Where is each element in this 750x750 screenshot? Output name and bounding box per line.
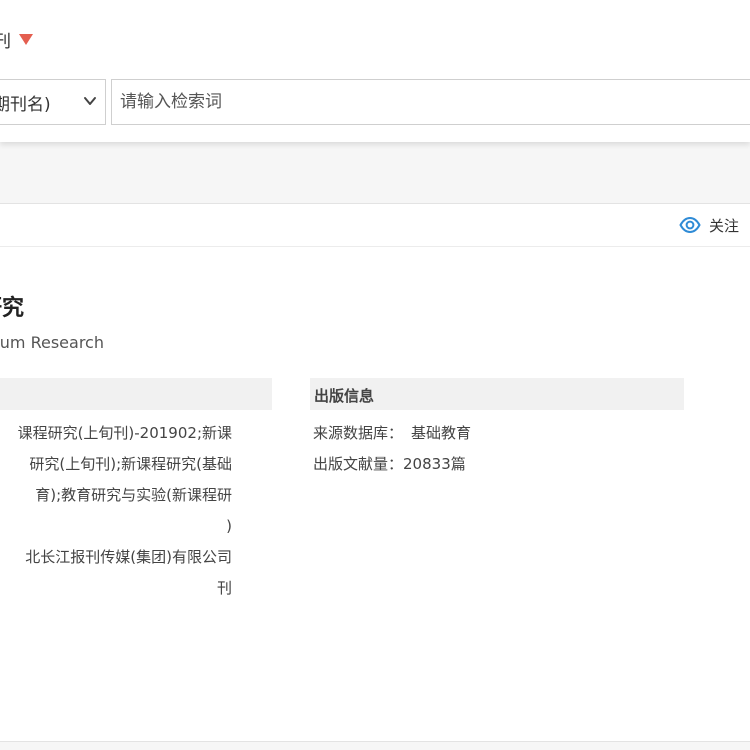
journal-title-text: 研究 xyxy=(0,296,24,321)
card-toolbar: 关注 xyxy=(0,204,750,247)
basic-info-line: 课程研究(上旬刊)-201902;新课 xyxy=(0,418,272,449)
basic-info-line: ) xyxy=(0,511,272,542)
chevron-down-icon xyxy=(84,97,96,105)
search-field-select-value: 期刊名) xyxy=(0,94,51,115)
caret-down-icon xyxy=(19,33,33,45)
basic-info-line: 刊 xyxy=(0,573,272,604)
source-database-label: 来源数据库： xyxy=(313,424,404,442)
basic-info-line-text: 课程研究(上旬刊)-201902;新课 xyxy=(17,424,232,442)
journal-title-en-text: lum Research xyxy=(0,333,104,352)
journal-detail-card: 关注 研究 lum Research 出版信息 课程研究(上旬刊)-201902… xyxy=(0,203,750,742)
publish-info-section-title: 出版信息 xyxy=(314,387,375,405)
search-field-select[interactable]: 期刊名) xyxy=(0,79,106,125)
source-database-row: 来源数据库： 基础教育 xyxy=(313,418,471,449)
basic-info-line: 育);教育研究与实验(新课程研 xyxy=(0,480,272,511)
basic-info-line-text: 研究(上旬刊);新课程研究(基础 xyxy=(29,455,232,473)
search-input[interactable] xyxy=(111,79,750,125)
basic-info-line-text: 育);教育研究与实验(新课程研 xyxy=(35,486,232,504)
follow-label: 关注 xyxy=(709,216,740,235)
eye-icon xyxy=(679,216,701,234)
journal-title: 研究 xyxy=(0,290,24,322)
publish-info-list: 来源数据库： 基础教育 出版文献量：20833篇 xyxy=(313,418,471,480)
article-count-row: 出版文献量：20833篇 xyxy=(313,449,471,480)
basic-info-line-text: 北长江报刊传媒(集团)有限公司 xyxy=(25,548,232,566)
search-scope-label: 刊 xyxy=(0,31,11,52)
journal-title-en: lum Research xyxy=(0,333,104,357)
basic-info-section-header xyxy=(0,378,272,410)
basic-info-line: 研究(上旬刊);新课程研究(基础 xyxy=(0,449,272,480)
basic-info-line: 北长江报刊传媒(集团)有限公司 xyxy=(0,542,272,573)
article-count-value: 20833篇 xyxy=(403,455,466,473)
follow-button[interactable]: 关注 xyxy=(679,214,739,236)
source-database-value: 基础教育 xyxy=(411,424,472,442)
basic-info-list: 课程研究(上旬刊)-201902;新课 研究(上旬刊);新课程研究(基础 育);… xyxy=(0,418,272,604)
search-header: 刊 期刊名) xyxy=(0,0,750,142)
page: 刊 期刊名) 关注 研究 lum Research xyxy=(0,0,750,750)
search-scope-switch[interactable]: 刊 xyxy=(0,26,33,52)
publish-info-section-header: 出版信息 xyxy=(310,378,684,410)
basic-info-line-text: 刊 xyxy=(216,579,232,597)
basic-info-line-text: ) xyxy=(226,517,232,535)
article-count-label: 出版文献量： xyxy=(313,455,404,473)
